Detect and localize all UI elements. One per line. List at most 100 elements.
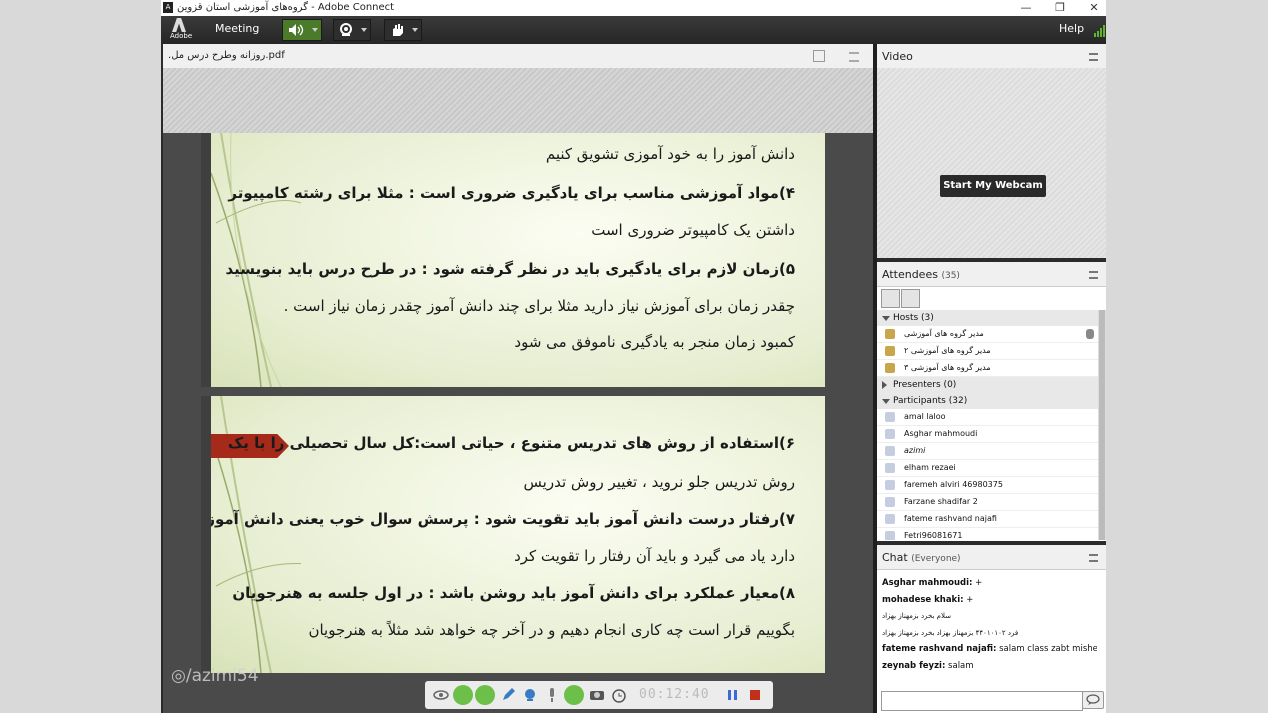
participant-row[interactable]: amal laloo: [877, 409, 1098, 426]
help-menu[interactable]: Help: [1059, 22, 1084, 35]
scrollbar-thumb[interactable]: [1099, 310, 1105, 540]
pause-icon[interactable]: [723, 685, 743, 705]
presenters-group[interactable]: Presenters (0): [877, 377, 1098, 393]
participants-group[interactable]: Participants (32): [877, 393, 1098, 409]
chat-message: سلام بخرد بزمهناز بهزاد: [882, 608, 1097, 625]
chat-send-button[interactable]: [1082, 691, 1104, 709]
webcam-button[interactable]: [333, 19, 371, 41]
chat-pod: Chat (Everyone) Asghar mahmoudi: + mohad…: [877, 545, 1106, 713]
stop-icon[interactable]: [745, 685, 765, 705]
raise-hand-button[interactable]: [384, 19, 422, 41]
chevron-down-icon[interactable]: [312, 28, 318, 32]
user-icon: [885, 429, 895, 439]
participant-row[interactable]: faremeh alviri 46980375: [877, 477, 1098, 494]
slide1-line-4: ۵)زمان لازم برای یادگیری باید در نظر گرف…: [225, 260, 795, 278]
maximize-button[interactable]: ❐: [1044, 0, 1076, 16]
speaker-button[interactable]: [282, 19, 322, 41]
host-user-icon: [885, 329, 895, 339]
participant-row[interactable]: Asghar mahmoudi: [877, 426, 1098, 443]
chat-messages: Asghar mahmoudi: + mohadese khaki: + سلا…: [882, 575, 1097, 674]
participant-row[interactable]: azimi: [877, 443, 1098, 460]
slide2-line-3: ۷)رفتار درست دانش آموز باید تقویت شود : …: [206, 510, 795, 528]
chat-sender: zeynab feyzi:: [882, 660, 946, 671]
chat-message: فرد ۴۴۰۱۰۱۰۲ بزمهناز بهزاد بخرد بزمهناز …: [882, 625, 1097, 642]
participant-name: elham rezaei: [904, 463, 956, 472]
chat-text: سلام بخرد بزمهناز بهزاد: [882, 612, 952, 620]
attendee-list: Hosts (3) مدیر گروه های آموزشی مدیر گروه…: [877, 310, 1098, 540]
pod-menu-icon[interactable]: [849, 52, 859, 62]
pen-icon[interactable]: [498, 685, 518, 705]
start-webcam-button[interactable]: Start My Webcam: [940, 175, 1046, 197]
app-icon: A: [163, 2, 173, 13]
video-pod-title: Video: [882, 50, 913, 63]
attendees-pod-header: Attendees (35): [877, 262, 1106, 287]
adobe-logo: Adobe: [170, 18, 192, 40]
status-view-icon[interactable]: [901, 289, 920, 308]
chat-input[interactable]: [881, 691, 1083, 711]
chat-sender: Asghar mahmoudi:: [882, 578, 973, 588]
host-row[interactable]: مدیر گروه های آموزشی ۳: [877, 360, 1098, 377]
attendees-pod: Attendees (35) Hosts (3) مدیر گروه های آ…: [877, 262, 1106, 541]
pod-menu-icon[interactable]: [1089, 554, 1098, 562]
chevron-down-icon[interactable]: [412, 28, 418, 32]
host-row[interactable]: مدیر گروه های آموزشی: [877, 326, 1098, 343]
chat-message: fateme rashvand najafi: salam class zabt…: [882, 641, 1097, 658]
slide1-line-3: داشتن یک کامپیوتر ضروری است: [591, 221, 795, 239]
attendees-view-toggle: [881, 289, 921, 308]
chat-text: +: [972, 578, 983, 588]
pointer-icon[interactable]: [475, 685, 495, 705]
adobe-connect-window: A گروه‌های آموزشی استان قزوین - Adobe Co…: [161, 0, 1106, 713]
participant-row[interactable]: Fetri96081671: [877, 528, 1098, 540]
chat-text: salam class zabt mishe?: [996, 644, 1097, 654]
webcam-icon: [340, 23, 352, 36]
participant-name: Fetri96081671: [904, 531, 963, 540]
slide1-line-5: چقدر زمان برای آموزش نیاز دارید مثلا برا…: [283, 297, 795, 315]
window-title: گروه‌های آموزشی استان قزوین - Adobe Conn…: [177, 2, 395, 13]
participant-row[interactable]: elham rezaei: [877, 460, 1098, 477]
attendee-scrollbar[interactable]: [1098, 310, 1106, 540]
host-name: مدیر گروه های آموزشی ۲: [904, 346, 991, 355]
pod-menu-icon[interactable]: [1089, 53, 1098, 61]
pod-menu-icon[interactable]: [1089, 271, 1098, 279]
watermark-text: /azimi54: [185, 666, 259, 686]
watermark: ◎/azimi54: [171, 666, 259, 686]
participant-name: fateme rashvand najafi: [904, 514, 997, 523]
share-pod: .روزانه وطرح درس مل.pdf دانش آموز را به …: [163, 44, 873, 713]
meeting-menu[interactable]: Meeting: [215, 22, 259, 35]
participant-row[interactable]: Farzane shadifar 2: [877, 494, 1098, 511]
chat-pod-title: Chat (Everyone): [882, 551, 961, 564]
share-pod-header: .روزانه وطرح درس مل.pdf: [163, 44, 873, 68]
host-row[interactable]: مدیر گروه های آموزشی ۲: [877, 343, 1098, 360]
eye-icon[interactable]: [431, 685, 451, 705]
participant-row[interactable]: fateme rashvand najafi: [877, 511, 1098, 528]
chat-message: Asghar mahmoudi: +: [882, 575, 1097, 592]
video-pod-header: Video: [877, 44, 1106, 69]
hosts-group[interactable]: Hosts (3): [877, 310, 1098, 326]
list-view-icon[interactable]: [881, 289, 900, 308]
close-button[interactable]: ✕: [1078, 0, 1106, 16]
chat-text: فرد ۴۴۰۱۰۱۰۲ بزمهناز بهزاد بخرد بزمهناز …: [882, 628, 1019, 637]
minimize-button[interactable]: —: [1010, 0, 1042, 16]
participant-name: faremeh alviri 46980375: [904, 480, 1003, 489]
microphone-icon[interactable]: [542, 685, 562, 705]
user-icon: [885, 463, 895, 473]
attendees-pod-title: Attendees (35): [882, 268, 960, 281]
participant-name: Asghar mahmoudi: [904, 429, 978, 438]
user-icon: [885, 412, 895, 422]
chat-text: salam: [945, 660, 974, 671]
chevron-down-icon[interactable]: [361, 28, 367, 32]
webcam-small-icon[interactable]: [520, 685, 540, 705]
speaker-toggle-icon[interactable]: [564, 685, 584, 705]
alarm-clock-icon[interactable]: [609, 685, 629, 705]
camera-icon[interactable]: [587, 685, 607, 705]
participant-name: Farzane shadifar 2: [904, 497, 978, 506]
slide2-line-2: روش تدریس جلو نروید ، تغییر روش تدریس: [523, 473, 795, 491]
fullscreen-icon[interactable]: [813, 50, 825, 62]
slide2-line-6: بگوییم قرار است چه کاری انجام دهیم و در …: [308, 621, 795, 639]
document-background: [163, 68, 873, 133]
chat-sender: mohadese khaki:: [882, 594, 964, 605]
fullscreen-toggle-icon[interactable]: [453, 685, 473, 705]
hand-icon: [393, 24, 403, 36]
user-icon: [885, 480, 895, 490]
recording-toolbar: 00:12:40: [425, 681, 773, 709]
